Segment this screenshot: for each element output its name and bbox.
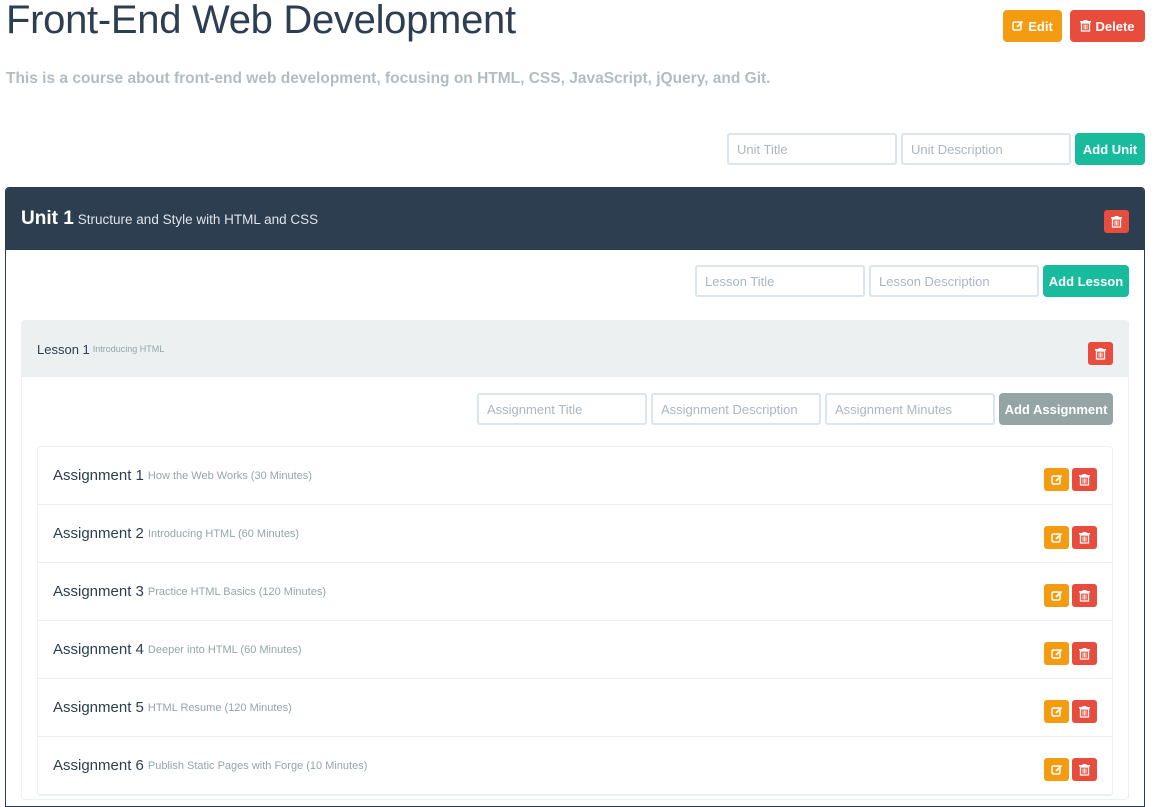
- course-actions: Edit Delete: [1003, 10, 1145, 42]
- unit-description-input[interactable]: [901, 133, 1071, 165]
- trash-icon: [1111, 215, 1122, 228]
- delete-assignment-button[interactable]: [1072, 642, 1097, 665]
- assignment-name: Assignment 1: [53, 467, 144, 484]
- edit-assignment-button[interactable]: [1044, 758, 1069, 781]
- assignment-actions: [1044, 700, 1097, 723]
- assignment-name: Assignment 6: [53, 757, 144, 774]
- edit-assignment-button[interactable]: [1044, 468, 1069, 491]
- edit-icon: [1050, 706, 1063, 718]
- delete-unit-button[interactable]: [1104, 210, 1129, 233]
- assignment-list: Assignment 1 How the Web Works (30 Minut…: [37, 446, 1113, 796]
- assignment-row: Assignment 2 Introducing HTML (60 Minute…: [38, 505, 1112, 563]
- lesson-header: Lesson 1 Introducing HTML: [22, 321, 1128, 377]
- edit-assignment-button[interactable]: [1044, 642, 1069, 665]
- unit-subtitle: Structure and Style with HTML and CSS: [77, 211, 319, 227]
- edit-course-button[interactable]: Edit: [1003, 10, 1062, 42]
- edit-icon: [1050, 474, 1063, 486]
- edit-course-label: Edit: [1028, 18, 1053, 34]
- unit-title-input[interactable]: [727, 133, 897, 165]
- unit-panel: Unit 1 Structure and Style with HTML and…: [5, 187, 1145, 807]
- edit-icon: [1050, 764, 1063, 776]
- trash-icon: [1079, 763, 1090, 776]
- assignment-description-input[interactable]: [651, 393, 821, 425]
- assignment-row: Assignment 5 HTML Resume (120 Minutes): [38, 679, 1112, 737]
- lesson-subtitle: Introducing HTML: [92, 344, 165, 354]
- assignment-row: Assignment 6 Publish Static Pages with F…: [38, 737, 1112, 795]
- trash-icon: [1079, 531, 1090, 544]
- delete-assignment-button[interactable]: [1072, 468, 1097, 491]
- edit-assignment-button[interactable]: [1044, 700, 1069, 723]
- assignment-minutes-input[interactable]: [825, 393, 995, 425]
- delete-assignment-button[interactable]: [1072, 584, 1097, 607]
- assignment-actions: [1044, 758, 1097, 781]
- assignment-title-input[interactable]: [477, 393, 647, 425]
- trash-icon: [1079, 473, 1090, 486]
- assignment-name: Assignment 3: [53, 583, 144, 600]
- lesson-description-input[interactable]: [869, 265, 1039, 297]
- delete-assignment-button[interactable]: [1072, 700, 1097, 723]
- assignment-row: Assignment 1 How the Web Works (30 Minut…: [38, 447, 1112, 505]
- edit-assignment-button[interactable]: [1044, 526, 1069, 549]
- delete-lesson-button[interactable]: [1088, 342, 1113, 365]
- assignment-row: Assignment 4 Deeper into HTML (60 Minute…: [38, 621, 1112, 679]
- add-assignment-form: Add Assignment: [477, 393, 1113, 425]
- edit-icon: [1050, 532, 1063, 544]
- delete-assignment-button[interactable]: [1072, 758, 1097, 781]
- assignment-subtitle: Deeper into HTML (60 Minutes): [147, 643, 302, 656]
- edit-icon: [1050, 590, 1063, 602]
- page-title: Front-End Web Development: [6, 0, 516, 42]
- assignment-actions: [1044, 642, 1097, 665]
- edit-assignment-button[interactable]: [1044, 584, 1069, 607]
- assignment-row: Assignment 3 Practice HTML Basics (120 M…: [38, 563, 1112, 621]
- edit-icon: [1050, 648, 1063, 660]
- course-description: This is a course about front-end web dev…: [6, 70, 771, 87]
- assignment-actions: [1044, 584, 1097, 607]
- assignment-subtitle: Introducing HTML (60 Minutes): [147, 527, 300, 540]
- assignment-name: Assignment 2: [53, 525, 144, 542]
- assignment-subtitle: How the Web Works (30 Minutes): [147, 469, 312, 482]
- trash-icon: [1079, 705, 1090, 718]
- lesson-panel: Lesson 1 Introducing HTML Add Assignment…: [21, 320, 1129, 800]
- lesson-name: Lesson 1: [37, 341, 90, 357]
- delete-course-button[interactable]: Delete: [1070, 10, 1145, 42]
- add-lesson-button[interactable]: Add Lesson: [1043, 265, 1129, 297]
- assignment-subtitle: Practice HTML Basics (120 Minutes): [147, 585, 326, 598]
- delete-course-label: Delete: [1095, 18, 1135, 34]
- delete-assignment-button[interactable]: [1072, 526, 1097, 549]
- add-assignment-button[interactable]: Add Assignment: [999, 393, 1113, 425]
- assignment-actions: [1044, 468, 1097, 491]
- edit-icon: [1012, 20, 1024, 32]
- assignment-name: Assignment 4: [53, 641, 144, 658]
- trash-icon: [1079, 589, 1090, 602]
- trash-icon: [1080, 20, 1092, 32]
- unit-header: Unit 1 Structure and Style with HTML and…: [6, 188, 1144, 250]
- assignment-actions: [1044, 526, 1097, 549]
- trash-icon: [1095, 347, 1106, 360]
- add-lesson-form: Add Lesson: [695, 265, 1129, 297]
- trash-icon: [1079, 647, 1090, 660]
- add-unit-button[interactable]: Add Unit: [1075, 133, 1145, 165]
- assignment-name: Assignment 5: [53, 699, 144, 716]
- add-unit-form: Add Unit: [727, 133, 1145, 165]
- assignment-subtitle: HTML Resume (120 Minutes): [147, 701, 292, 714]
- unit-name: Unit 1: [21, 208, 74, 229]
- assignment-subtitle: Publish Static Pages with Forge (10 Minu…: [147, 759, 368, 772]
- lesson-title-input[interactable]: [695, 265, 865, 297]
